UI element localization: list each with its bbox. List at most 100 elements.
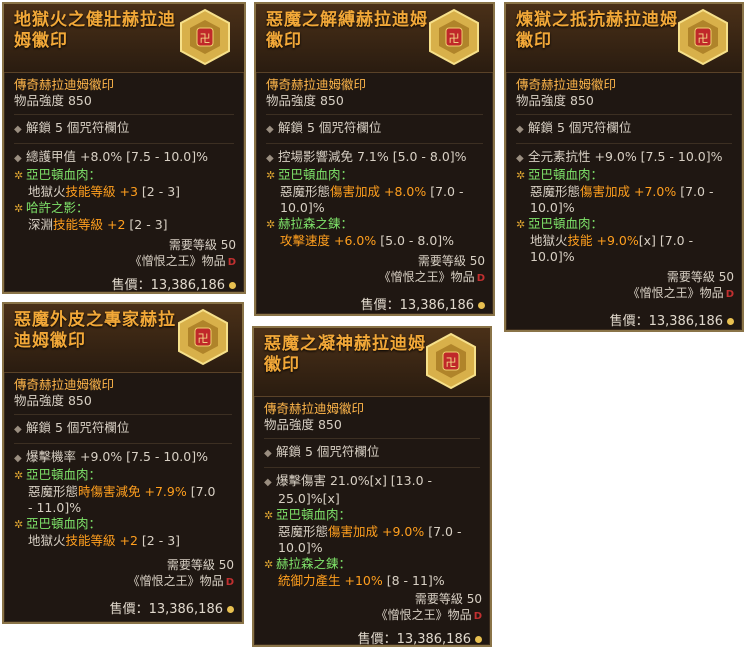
diablo-d-icon: D bbox=[473, 611, 482, 622]
tooltip-header: 地獄火之健壯赫拉迪姆徽印 卍 bbox=[4, 4, 244, 73]
diablo-d-icon: D bbox=[725, 289, 734, 300]
affix-range: [2 - 3] bbox=[137, 184, 181, 199]
affix-name: 亞巴頓血肉： bbox=[528, 216, 604, 231]
stat-text: 控場影響減免 7.1% [5.0 - 8.0]% bbox=[278, 149, 467, 164]
affix-range-cont: - 11.0]% bbox=[28, 500, 82, 515]
item-power: 物品強度 850 bbox=[14, 393, 92, 408]
affix-range: [5.0 - 8.0]% bbox=[376, 233, 455, 248]
affix-name: 赫拉森之鍊： bbox=[278, 216, 354, 231]
gold-coin-icon bbox=[227, 606, 234, 613]
item-tooltip-2: 惡魔之解縛赫拉迪姆徽印 卍 傳奇赫拉迪姆徽印 物品強度 850 ◆ 解鎖 5 個咒… bbox=[254, 2, 495, 316]
affix-highlight: 傷害加成 bbox=[328, 524, 379, 539]
affix-name: 亞巴頓血肉： bbox=[278, 167, 354, 182]
item-subtitle: 傳奇赫拉迪姆徽印 bbox=[264, 401, 365, 416]
item-subtitle: 傳奇赫拉迪姆徽印 bbox=[266, 77, 367, 92]
star-bullet-icon: ✲ bbox=[14, 469, 24, 482]
affix-range-cont: 10.0]% bbox=[280, 200, 325, 215]
affix-text: 地獄火 bbox=[28, 184, 66, 199]
affix-text: 惡魔形態 bbox=[530, 184, 581, 199]
hexagon-sigil-icon: 卍 bbox=[674, 8, 732, 66]
star-bullet-icon: ✲ bbox=[14, 518, 24, 531]
stat-text: 爆擊機率 +9.0% [7.5 - 10.0]% bbox=[26, 449, 208, 464]
affix-name: 亞巴頓血肉： bbox=[26, 167, 102, 182]
affix-highlight: 統御力產生 bbox=[278, 573, 341, 588]
item-power: 物品強度 850 bbox=[516, 93, 594, 108]
set-name: 《憎恨之王》物品 bbox=[627, 286, 724, 300]
diamond-bullet-icon: ◆ bbox=[516, 124, 524, 135]
affix-value: +8.0% bbox=[380, 184, 427, 199]
star-bullet-icon: ✲ bbox=[264, 558, 274, 571]
socket-text: 解鎖 5 個咒符欄位 bbox=[528, 120, 632, 135]
item-title: 地獄火之健壯赫拉迪姆徽印 bbox=[14, 10, 176, 51]
hexagon-sigil-icon: 卍 bbox=[425, 8, 483, 66]
affix-highlight: 傷害加成 bbox=[580, 184, 631, 199]
gold-coin-icon bbox=[229, 282, 236, 289]
item-title: 惡魔之解縛赫拉迪姆徽印 bbox=[266, 10, 428, 51]
socket-text: 解鎖 5 個咒符欄位 bbox=[276, 444, 380, 459]
socket-text: 解鎖 5 個咒符欄位 bbox=[26, 120, 130, 135]
item-power: 物品強度 850 bbox=[266, 93, 344, 108]
item-subtitle: 傳奇赫拉迪姆徽印 bbox=[516, 77, 617, 92]
stat-text: 全元素抗性 +9.0% [7.5 - 10.0]% bbox=[528, 149, 723, 164]
socket-text: 解鎖 5 個咒符欄位 bbox=[278, 120, 382, 135]
diamond-bullet-icon: ◆ bbox=[266, 153, 274, 164]
item-power: 物品強度 850 bbox=[264, 417, 342, 432]
tooltip-header: 惡魔之凝神赫拉迪姆徽印 卍 bbox=[254, 328, 490, 397]
affix-name: 哈許之影： bbox=[26, 200, 89, 215]
item-tooltip-3: 煉獄之抵抗赫拉迪姆徽印 卍 傳奇赫拉迪姆徽印 物品強度 850 ◆ 解鎖 5 個咒… bbox=[504, 2, 744, 332]
set-name: 《憎恨之王》物品 bbox=[378, 270, 475, 284]
star-bullet-icon: ✲ bbox=[266, 218, 276, 231]
tooltip-header: 煉獄之抵抗赫拉迪姆徽印 卍 bbox=[506, 4, 742, 73]
item-power: 物品強度 850 bbox=[14, 93, 92, 108]
affix-value: +9.0% bbox=[378, 524, 425, 539]
svg-text:卍: 卍 bbox=[449, 32, 460, 45]
affix-text: 惡魔形態 bbox=[278, 524, 329, 539]
affix-value: +2 bbox=[115, 533, 138, 548]
diamond-bullet-icon: ◆ bbox=[14, 453, 22, 464]
affix-range-cont: 10.0]% bbox=[530, 249, 575, 264]
affix-text: 地獄火 bbox=[530, 233, 568, 248]
affix-text: 深淵 bbox=[28, 217, 54, 232]
affix-text: 地獄火 bbox=[28, 533, 66, 548]
affix-highlight: 技能 bbox=[567, 233, 593, 248]
item-title: 惡魔外皮之專家赫拉迪姆徽印 bbox=[14, 310, 176, 351]
affix-range: [x] [7.0 - bbox=[638, 233, 694, 248]
affix-value: +3 bbox=[115, 184, 138, 199]
affix-highlight: 技能等級 bbox=[65, 184, 116, 199]
hexagon-sigil-icon: 卍 bbox=[176, 8, 234, 66]
affix-range: [2 - 3] bbox=[137, 533, 181, 548]
diablo-d-icon: D bbox=[225, 577, 234, 588]
required-level: 需要等級 50 bbox=[166, 558, 234, 572]
item-tooltip-5: 惡魔之凝神赫拉迪姆徽印 卍 傳奇赫拉迪姆徽印 物品強度 850 ◆ 解鎖 5 個咒… bbox=[252, 326, 492, 647]
affix-value: +7.0% bbox=[630, 184, 677, 199]
affix-range-cont: 10.0]% bbox=[278, 540, 323, 555]
sell-price: 售價：13,386,186 bbox=[111, 278, 225, 293]
svg-text:卍: 卍 bbox=[200, 32, 211, 45]
star-bullet-icon: ✲ bbox=[266, 169, 276, 182]
gold-coin-icon bbox=[475, 636, 482, 643]
required-level: 需要等級 50 bbox=[417, 254, 485, 268]
tooltip-header: 惡魔之解縛赫拉迪姆徽印 卍 bbox=[256, 4, 493, 73]
diamond-bullet-icon: ◆ bbox=[264, 448, 272, 459]
gold-coin-icon bbox=[727, 318, 734, 325]
affix-highlight: 時傷害減免 bbox=[78, 484, 141, 499]
item-tooltip-1: 地獄火之健壯赫拉迪姆徽印 卍 傳奇赫拉迪姆徽印 物品強度 850 ◆ 解鎖 5 個… bbox=[2, 2, 246, 294]
diablo-d-icon: D bbox=[476, 273, 485, 284]
affix-value: +10% bbox=[340, 573, 383, 588]
affix-name: 亞巴頓血肉： bbox=[26, 516, 102, 531]
stat-text: 爆擊傷害 21.0%[x] [13.0 - bbox=[276, 473, 432, 488]
required-level: 需要等級 50 bbox=[666, 270, 734, 284]
sell-price: 售價：13,386,186 bbox=[360, 298, 474, 313]
affix-highlight: 攻擊速度 bbox=[280, 233, 331, 248]
star-bullet-icon: ✲ bbox=[516, 169, 526, 182]
affix-range-cont: 10.0]% bbox=[530, 200, 575, 215]
sell-price: 售價：13,386,186 bbox=[109, 602, 223, 617]
item-title: 惡魔之凝神赫拉迪姆徽印 bbox=[264, 334, 426, 375]
required-level: 需要等級 50 bbox=[168, 238, 236, 252]
hexagon-sigil-icon: 卍 bbox=[422, 332, 480, 390]
affix-value: +9.0% bbox=[592, 233, 639, 248]
item-title: 煉獄之抵抗赫拉迪姆徽印 bbox=[516, 10, 678, 51]
affix-value: +7.9% bbox=[140, 484, 187, 499]
svg-text:卍: 卍 bbox=[698, 32, 709, 45]
affix-name: 亞巴頓血肉： bbox=[276, 507, 352, 522]
